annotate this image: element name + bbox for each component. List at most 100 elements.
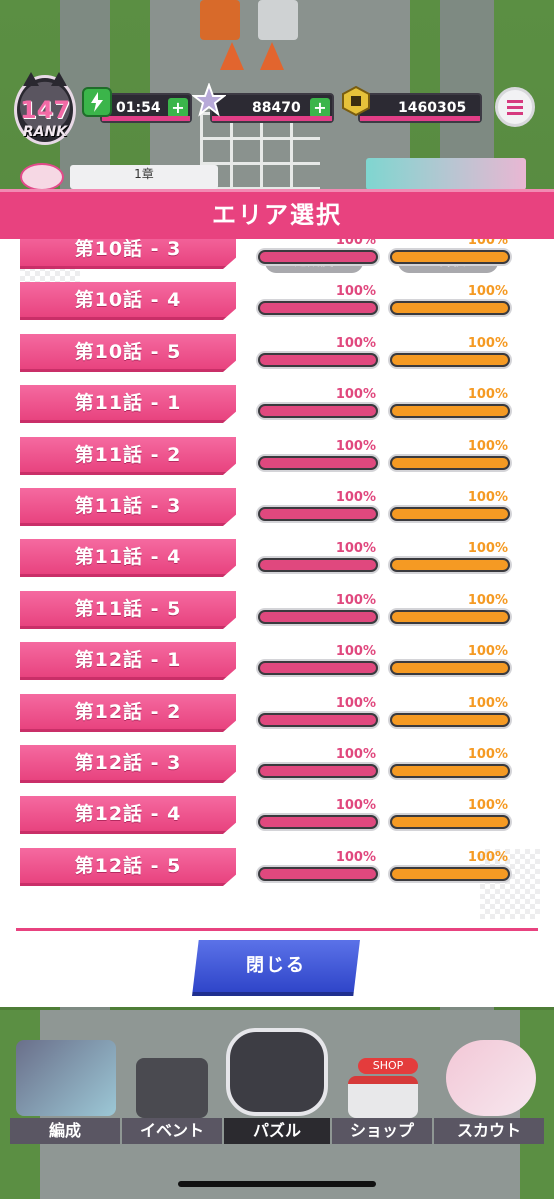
nav-event[interactable]: イベント (122, 1040, 222, 1150)
stage-button[interactable]: 第11話 - 1 (20, 385, 236, 423)
s-rating-bar (390, 764, 510, 778)
stars-display: 88470 + (210, 93, 334, 123)
s-rating-bar-fill (392, 458, 508, 468)
achievement-percent: 100% (335, 747, 376, 762)
rank-badge[interactable]: 147 RANK (14, 72, 76, 145)
home-indicator (178, 1181, 376, 1187)
nav-puzzle-label: パズル (224, 1118, 330, 1144)
area-row[interactable]: 第12話 - 5 100% 100% (0, 848, 554, 888)
s-rating-bar-fill (392, 509, 508, 519)
stage-button[interactable]: 第11話 - 5 (20, 591, 236, 629)
nav-scout[interactable]: スカウト (434, 1040, 544, 1150)
achievement-bar (258, 764, 378, 778)
s-rating-bar (390, 250, 510, 264)
s-rating-bar-fill (392, 252, 508, 262)
nav-shop[interactable]: SHOP ショップ (332, 1040, 432, 1150)
area-row[interactable]: 第10話 - 5 100% 100% (0, 334, 554, 374)
s-rating-percent: 100% (467, 387, 508, 402)
battery-icon (82, 87, 112, 117)
stage-button[interactable]: 第11話 - 2 (20, 437, 236, 475)
close-button-label: 閉じる (246, 955, 306, 976)
area-row[interactable]: 第11話 - 5 100% 100% (0, 591, 554, 631)
chapter-label: 1章 (70, 165, 218, 189)
traffic-cone-icon (220, 42, 244, 70)
event-icon (136, 1058, 208, 1118)
achievement-bar-fill (260, 715, 376, 725)
stage-button[interactable]: 第12話 - 4 (20, 796, 236, 834)
stars-plus-button[interactable]: + (310, 98, 330, 118)
achievement-bar-fill (260, 303, 376, 313)
area-row[interactable]: 第11話 - 3 100% 100% (0, 488, 554, 528)
s-rating-percent: 100% (467, 439, 508, 454)
achievement-bar (258, 867, 378, 881)
area-row[interactable]: 第12話 - 4 100% 100% (0, 796, 554, 836)
stage-label: 第11話 - 1 (74, 392, 182, 414)
stage-button[interactable]: 第12話 - 1 (20, 642, 236, 680)
achievement-bar-fill (260, 766, 376, 776)
stage-button[interactable]: 第10話 - 4 (20, 282, 236, 320)
divider (16, 928, 538, 931)
s-rating-bar-fill (392, 766, 508, 776)
steering-wheel-icon (226, 1028, 328, 1116)
barrel-icon (200, 0, 240, 40)
s-rating-bar-fill (392, 560, 508, 570)
formation-art (16, 1040, 116, 1116)
rank-number: 147 (19, 96, 71, 124)
achievement-bar-fill (260, 817, 376, 827)
area-row[interactable]: 第12話 - 3 100% 100% (0, 745, 554, 785)
chapter-emblem-icon (20, 163, 64, 191)
achievement-bar (258, 661, 378, 675)
nav-formation[interactable]: 編成 (10, 1040, 120, 1150)
achievement-bar-fill (260, 252, 376, 262)
s-rating-percent: 100% (467, 850, 508, 865)
area-row[interactable]: 第10話 - 3 100% 100% (0, 239, 554, 271)
achievement-percent: 100% (335, 593, 376, 608)
stage-button[interactable]: 第12話 - 3 (20, 745, 236, 783)
area-row[interactable]: 第12話 - 1 100% 100% (0, 642, 554, 682)
area-row[interactable]: 第12話 - 2 100% 100% (0, 694, 554, 734)
stage-button[interactable]: 第12話 - 5 (20, 848, 236, 886)
stamina-plus-button[interactable]: + (168, 98, 188, 118)
coin-icon (340, 85, 372, 117)
s-rating-percent: 100% (467, 644, 508, 659)
stage-button[interactable]: 第11話 - 4 (20, 539, 236, 577)
area-row[interactable]: 第11話 - 1 100% 100% (0, 385, 554, 425)
stage-button[interactable]: 第11話 - 3 (20, 488, 236, 526)
star-icon (191, 82, 227, 117)
shop-icon (348, 1076, 418, 1118)
traffic-cone-icon (260, 42, 284, 70)
achievement-percent: 100% (335, 798, 376, 813)
s-rating-bar (390, 661, 510, 675)
stage-button[interactable]: 第10話 - 5 (20, 334, 236, 372)
s-rating-percent: 100% (467, 593, 508, 608)
top-hud: 147 RANK 01:54 + 88470 + 1460305 (0, 72, 554, 145)
area-list[interactable]: 達成度 S評価 第10話 - 3100%100%第10話 - 4100%100%… (0, 239, 554, 929)
achievement-percent: 100% (335, 239, 376, 248)
achievement-bar-fill (260, 560, 376, 570)
achievement-bar-fill (260, 406, 376, 416)
achievement-bar (258, 713, 378, 727)
nav-shop-label: ショップ (332, 1118, 432, 1144)
achievement-bar (258, 404, 378, 418)
menu-button[interactable] (495, 87, 535, 127)
achievement-percent: 100% (335, 696, 376, 711)
s-rating-bar (390, 353, 510, 367)
stage-button[interactable]: 第12話 - 2 (20, 694, 236, 732)
area-row[interactable]: 第11話 - 4 100% 100% (0, 539, 554, 579)
s-rating-percent: 100% (467, 490, 508, 505)
stage-label: 第12話 - 2 (74, 701, 182, 723)
stage-label: 第12話 - 3 (74, 752, 182, 774)
achievement-bar-fill (260, 509, 376, 519)
close-button[interactable]: 閉じる (192, 940, 360, 996)
nav-puzzle[interactable]: パズル (224, 1028, 330, 1150)
achievement-percent: 100% (335, 490, 376, 505)
scout-banner[interactable] (366, 158, 526, 190)
scout-art (446, 1040, 536, 1116)
achievement-bar (258, 250, 378, 264)
stage-button[interactable]: 第10話 - 3 (20, 239, 236, 269)
bottom-nav: 編成 イベント パズル SHOP ショップ スカウト (0, 1028, 554, 1150)
area-row[interactable]: 第11話 - 2 100% 100% (0, 437, 554, 477)
s-rating-bar-fill (392, 663, 508, 673)
area-row[interactable]: 第10話 - 4 100% 100% (0, 282, 554, 322)
rank-label: RANK (22, 124, 68, 140)
